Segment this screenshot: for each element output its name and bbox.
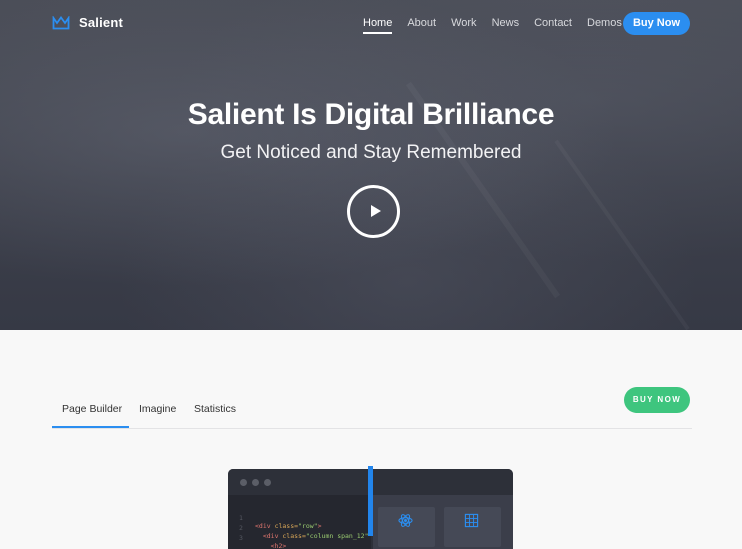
buy-now-button[interactable]: Buy Now [623,12,690,35]
code-string: "column span_12" [305,532,369,540]
nav-item-home[interactable]: Home [363,17,393,34]
crown-icon [52,15,70,29]
window-dot [252,479,259,486]
element-card[interactable] [444,507,501,547]
code-attr: class= [270,522,299,530]
main-menu: Home About Work News Contact Demos [363,17,637,34]
hero-title: Salient Is Digital Brilliance [187,98,555,131]
hero-subtitle: Get Noticed and Stay Remembered [220,142,522,163]
nav-item-news[interactable]: News [492,17,520,30]
nav-item-about[interactable]: About [407,17,436,30]
feature-tabs: Page Builder Imagine Statistics [52,398,692,429]
play-video-button[interactable] [347,185,400,238]
logo[interactable]: Salient [52,15,123,30]
tab-statistics[interactable]: Statistics [194,403,236,415]
code-line: 2 <div class="column span_12" [228,516,369,540]
background-texture [554,139,690,330]
window-dot [240,479,247,486]
code-tag: > [317,522,322,530]
code-pane: 1 <div class="row"> 2 <div class="column… [228,495,371,549]
window-dot [264,479,271,486]
buy-now-secondary-button[interactable]: BUY NOW [624,387,690,413]
active-tab-indicator [52,426,129,428]
logo-text: Salient [79,15,124,30]
nav-item-contact[interactable]: Contact [534,17,572,30]
atom-icon [398,514,413,527]
code-tag: <h2> [270,542,287,549]
code-tag: <div [262,532,279,540]
element-card[interactable] [378,507,435,547]
preview-pane [373,495,513,549]
hero-section: Salient Home About Work News Contact Dem… [0,0,742,330]
top-navigation: Salient Home About Work News Contact Dem… [0,0,742,46]
code-string: "row" [298,522,318,530]
tab-imagine[interactable]: Imagine [139,403,176,415]
play-icon [371,205,381,217]
nav-item-demos[interactable]: Demos [587,17,622,30]
tab-page-builder[interactable]: Page Builder [62,403,122,415]
nav-item-work[interactable]: Work [451,17,476,30]
split-drag-handle[interactable] [368,466,373,536]
grid-icon [464,513,479,528]
code-line: 1 <div class="row"> [228,506,322,530]
line-number: 3 [239,534,243,542]
code-attr: class= [278,532,306,540]
code-tag: <div [255,522,271,530]
